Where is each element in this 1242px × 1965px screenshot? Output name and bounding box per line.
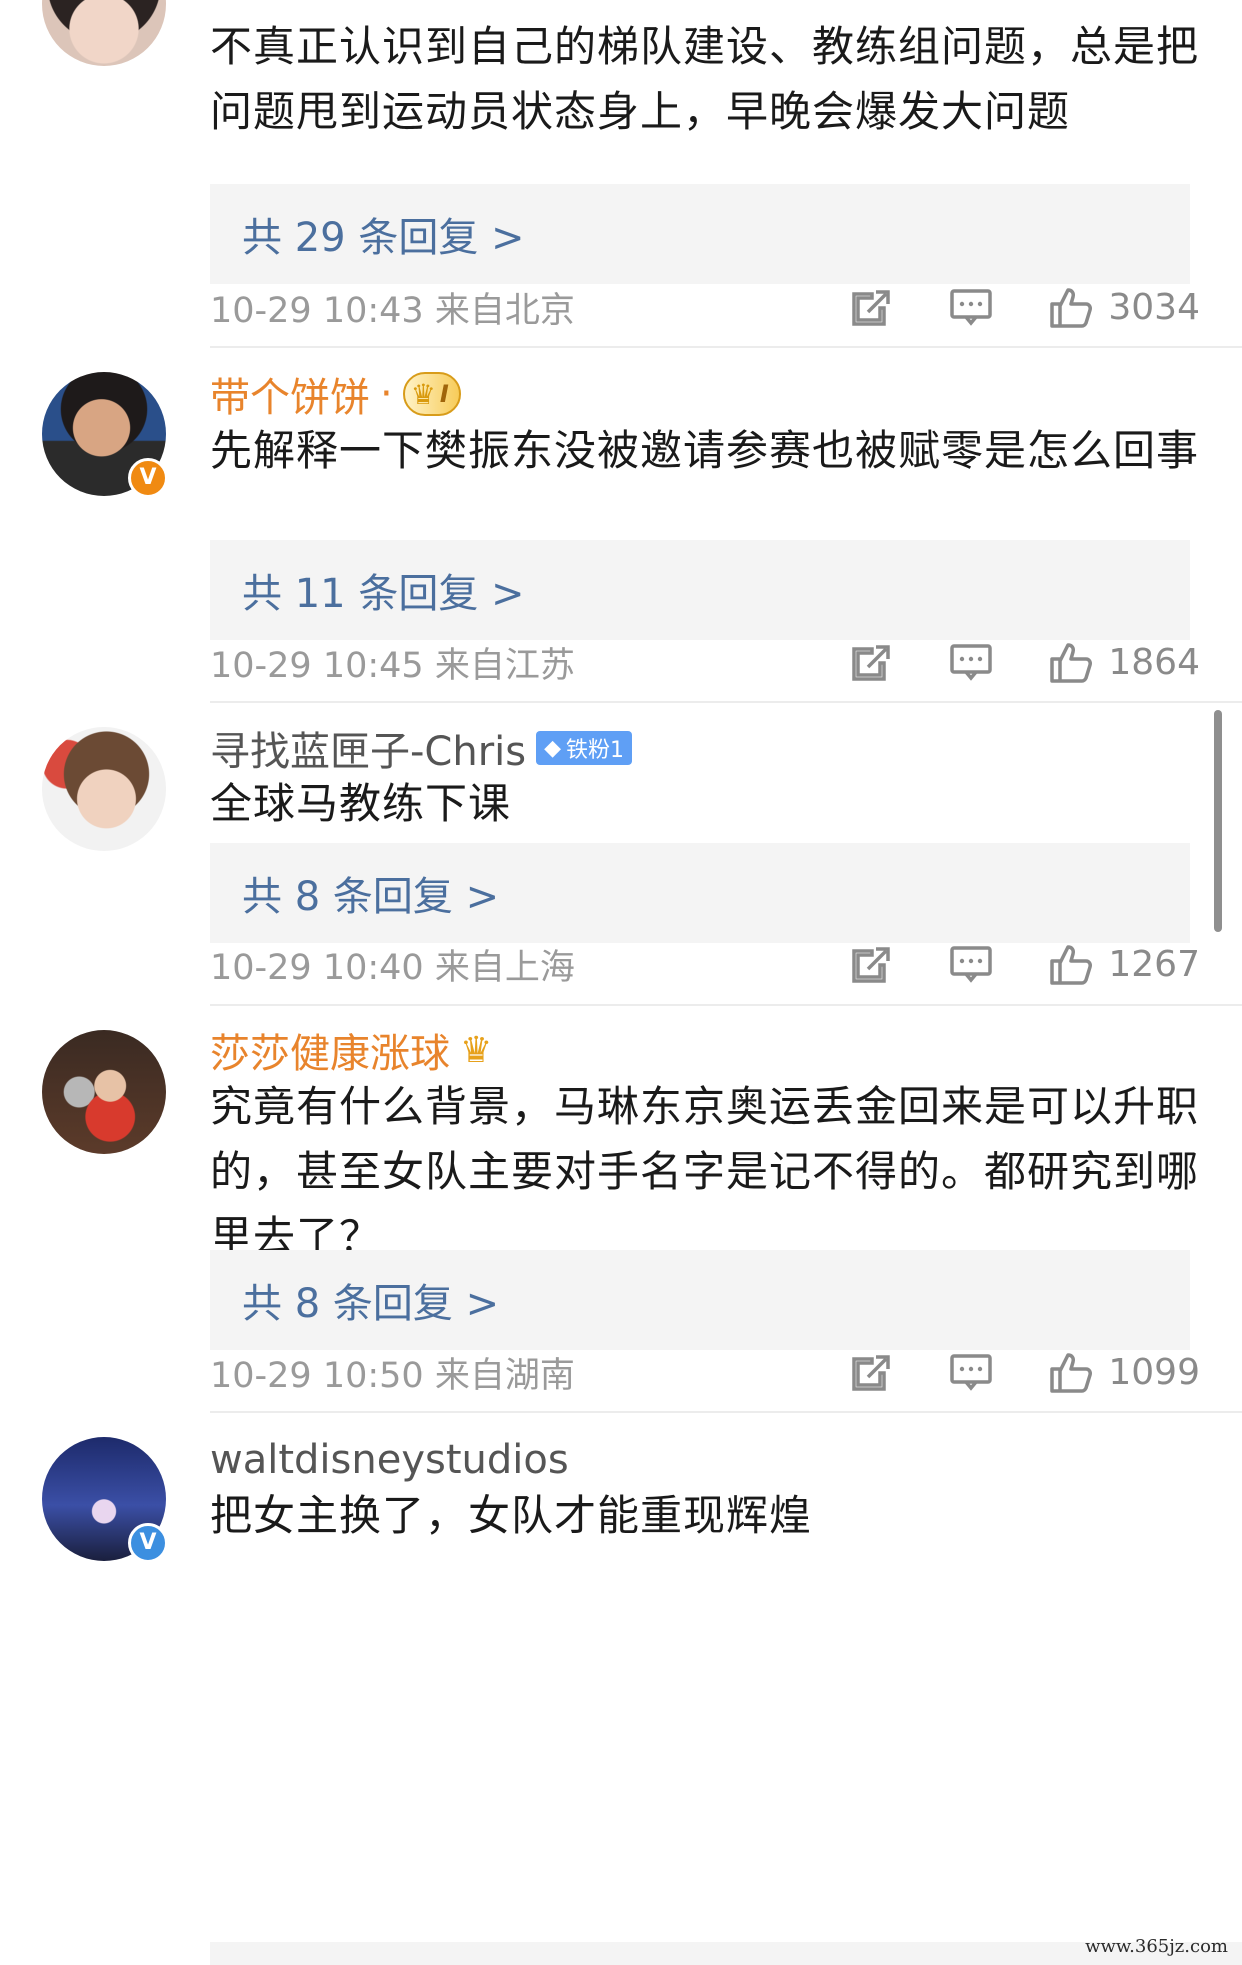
like-count: 1267	[1108, 943, 1200, 985]
comment-meta: 10-29 10:40 来自上海 1267	[210, 934, 1200, 994]
reply-count-link[interactable]: 共 11 条回复 >	[210, 540, 1190, 640]
divider	[210, 346, 1242, 348]
comment-username-row: 寻找蓝匣子-Chris ◆ 铁粉1	[210, 718, 633, 778]
thumbs-up-icon[interactable]	[1048, 284, 1094, 330]
divider	[210, 701, 1242, 703]
comment-icon[interactable]	[948, 941, 994, 987]
share-icon[interactable]	[848, 639, 894, 685]
comment-icon[interactable]	[948, 284, 994, 330]
comment-meta: 10-29 10:45 来自江苏 1864	[210, 632, 1200, 692]
avatar[interactable]	[42, 0, 166, 66]
comment-text: 先解释一下樊振东没被邀请参赛也被赋零是怎么回事	[210, 426, 1200, 475]
comment-text: 究竟有什么背景，马琳东京奥运丢金回来是可以升职的，甚至女队主要对手名字是记不得的…	[210, 1082, 1200, 1261]
thumbs-up-icon[interactable]	[1048, 1349, 1094, 1395]
like-count: 3034	[1108, 286, 1200, 328]
verified-badge: V	[128, 458, 168, 498]
avatar[interactable]	[42, 727, 166, 851]
reply-count-link[interactable]: 共 8 条回复 >	[210, 843, 1190, 943]
avatar[interactable]: V	[42, 372, 168, 498]
comment-username-row: 莎莎健康涨球 ♛	[210, 1020, 492, 1080]
fan-level-badge: ◆ 铁粉1	[536, 731, 633, 765]
username[interactable]: 寻找蓝匣子-Chris	[210, 719, 526, 777]
separator-dot: ·	[380, 371, 393, 417]
crown-heart-icon: ♛	[460, 1029, 493, 1071]
comment-meta: 10-29 10:43 来自北京 3034	[210, 277, 1200, 337]
like-count: 1864	[1108, 641, 1200, 683]
like-count: 1099	[1108, 1351, 1200, 1393]
comment-text: 不真正认识到自己的梯队建设、教练组问题，总是把问题甩到运动员状态身上，早晚会爆发…	[210, 22, 1200, 136]
avatar[interactable]: V	[42, 1437, 168, 1563]
divider	[210, 1411, 1242, 1413]
avatar[interactable]	[42, 1030, 166, 1154]
member-badge: ♛ I	[402, 372, 461, 416]
comment-time: 10-29 10:43 来自北京	[210, 290, 575, 331]
comment-icon[interactable]	[948, 639, 994, 685]
username[interactable]: 莎莎健康涨球	[210, 1021, 450, 1079]
share-icon[interactable]	[848, 1349, 894, 1395]
comment-username-row: waltdisneystudios	[210, 1430, 569, 1490]
comment-time: 10-29 10:45 来自江苏	[210, 645, 575, 686]
comment-time: 10-29 10:40 来自上海	[210, 947, 575, 988]
watermark: www.365jz.com	[1085, 1936, 1228, 1957]
username[interactable]: waltdisneystudios	[210, 1437, 569, 1483]
verified-badge: V	[128, 1523, 168, 1563]
divider	[210, 1004, 1242, 1006]
comment-text: 全球马教练下课	[210, 779, 512, 828]
comment-text: 把女主换了，女队才能重现辉煌	[210, 1491, 813, 1540]
thumbs-up-icon[interactable]	[1048, 639, 1094, 685]
reply-count-link[interactable]: 共 29 条回复 >	[210, 184, 1190, 284]
comment-time: 10-29 10:50 来自湖南	[210, 1355, 575, 1396]
comment-icon[interactable]	[948, 1349, 994, 1395]
comment-username-row: 带个饼饼 · ♛ I	[210, 364, 461, 424]
share-icon[interactable]	[848, 284, 894, 330]
crown-icon: ♛	[410, 377, 436, 411]
reply-count-link[interactable]: 共 8 条回复 >	[210, 1250, 1190, 1350]
username[interactable]: 带个饼饼	[210, 365, 370, 423]
thumbs-up-icon[interactable]	[1048, 941, 1094, 987]
scrollbar[interactable]	[1214, 710, 1222, 932]
comment-meta: 10-29 10:50 来自湖南 1099	[210, 1342, 1200, 1402]
share-icon[interactable]	[848, 941, 894, 987]
diamond-icon: ◆	[544, 735, 562, 761]
